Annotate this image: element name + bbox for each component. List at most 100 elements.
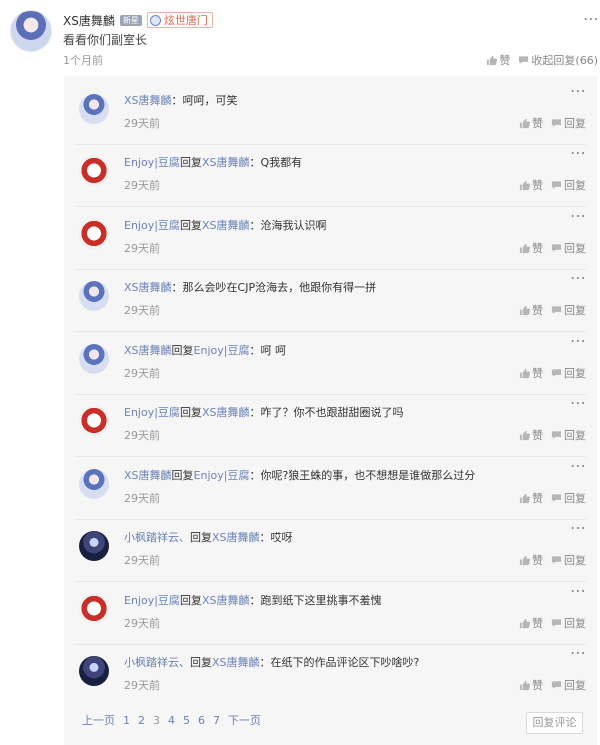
reply-actions: 赞 回复: [519, 302, 586, 318]
reply-more-icon[interactable]: ⋯: [570, 583, 586, 599]
reply-reply-button[interactable]: 回复: [551, 552, 586, 568]
reply-avatar[interactable]: [79, 219, 109, 249]
reply-reply-button[interactable]: 回复: [551, 240, 586, 256]
thumb-up-icon: [519, 430, 530, 440]
main-username[interactable]: XS唐舞麟: [63, 12, 115, 29]
thumb-up-icon: [519, 555, 530, 565]
main-post-avatar[interactable]: [10, 10, 52, 52]
reply-like-button[interactable]: 赞: [519, 302, 543, 318]
reply-time: 29天前: [124, 179, 160, 192]
reply-like-button[interactable]: 赞: [519, 365, 543, 381]
reply-avatar[interactable]: [79, 594, 109, 624]
reply-like-button[interactable]: 赞: [519, 177, 543, 193]
reply-message-text: ：跑到纸下这里挑事不羞愧: [249, 594, 382, 607]
reply-actions: 赞 回复: [519, 365, 586, 381]
main-post-actions: 赞 收起回复(66): [486, 52, 598, 68]
reply-reply-button[interactable]: 回复: [551, 115, 586, 131]
reply-like-label: 赞: [532, 367, 543, 380]
reply-more-icon[interactable]: ⋯: [570, 145, 586, 161]
fan-club-tag[interactable]: 炫世唐门: [146, 12, 213, 28]
reply-target-link[interactable]: XS唐舞麟: [202, 406, 250, 419]
comment-icon: [551, 181, 562, 189]
page-link-1[interactable]: 1: [123, 714, 130, 727]
reply-more-icon[interactable]: ⋯: [570, 520, 586, 536]
reply-more-icon[interactable]: ⋯: [570, 83, 586, 99]
page-current-3: 3: [153, 713, 160, 727]
reply-reply-button[interactable]: 回复: [551, 177, 586, 193]
reply-avatar[interactable]: [79, 156, 109, 186]
reply-like-button[interactable]: 赞: [519, 115, 543, 131]
reply-item: Enjoy|豆腐回复XS唐舞麟：沧海我认识啊 29天前 ⋯ 赞回复: [76, 207, 586, 270]
reply-actions: 赞 回复: [519, 615, 586, 631]
reply-like-label: 赞: [532, 492, 543, 505]
reply-author-link[interactable]: XS唐舞麟: [124, 94, 172, 107]
reply-author-link[interactable]: 小枫踏祥云、: [124, 531, 190, 544]
reply-author-link[interactable]: XS唐舞麟: [124, 344, 172, 357]
page-link-7[interactable]: 7: [213, 714, 220, 727]
reply-text-line: Enjoy|豆腐回复XS唐舞麟：沧海我认识啊: [124, 219, 326, 233]
reply-message-text: ：那么会吵在CJP沧海去，他跟你有得一拼: [171, 281, 377, 294]
reply-avatar[interactable]: [79, 406, 109, 436]
reply-reply-button[interactable]: 回复: [551, 302, 586, 318]
reply-avatar[interactable]: [79, 94, 109, 124]
reply-target-link[interactable]: XS唐舞麟: [202, 156, 250, 169]
reply-reply-label: 回复: [564, 367, 586, 380]
reply-reply-button[interactable]: 回复: [551, 365, 586, 381]
reply-text-line: Enjoy|豆腐回复XS唐舞麟：咋了？你不也跟甜甜圈说了吗: [124, 406, 403, 420]
reply-author-link[interactable]: XS唐舞麟: [124, 469, 172, 482]
main-like-button[interactable]: 赞: [486, 52, 510, 68]
reply-more-icon[interactable]: ⋯: [570, 458, 586, 474]
main-post-more-icon[interactable]: ⋯: [583, 11, 600, 27]
reply-list-container: XS唐舞麟：呵呵，可笑 29天前 ⋯ 赞回复 Enjoy|豆腐回复XS唐舞麟：Q我都有 2…: [64, 76, 597, 745]
reply-more-icon[interactable]: ⋯: [570, 270, 586, 286]
reply-avatar[interactable]: [79, 656, 109, 686]
reply-like-button[interactable]: 赞: [519, 490, 543, 506]
reply-author-link[interactable]: Enjoy|豆腐: [124, 156, 180, 169]
page-link-6[interactable]: 6: [198, 714, 205, 727]
reply-target-link[interactable]: XS唐舞麟: [202, 594, 250, 607]
reply-more-icon[interactable]: ⋯: [570, 395, 586, 411]
reply-target-link[interactable]: XS唐舞麟: [212, 656, 260, 669]
reply-like-button[interactable]: 赞: [519, 240, 543, 256]
page-link-4[interactable]: 4: [168, 714, 175, 727]
reply-comment-button[interactable]: 回复评论: [526, 712, 583, 734]
reply-message-text: ：沧海我认识啊: [249, 219, 327, 232]
reply-more-icon[interactable]: ⋯: [570, 333, 586, 349]
reply-like-label: 赞: [532, 304, 543, 317]
reply-like-button[interactable]: 赞: [519, 615, 543, 631]
reply-avatar[interactable]: [79, 344, 109, 374]
reply-word: 回复: [171, 344, 194, 357]
reply-reply-button[interactable]: 回复: [551, 490, 586, 506]
reply-author-link[interactable]: 小枫踏祥云、: [124, 656, 190, 669]
reply-reply-button[interactable]: 回复: [551, 677, 586, 693]
reply-more-icon[interactable]: ⋯: [570, 645, 586, 661]
page-link-5[interactable]: 5: [183, 714, 190, 727]
next-page-link[interactable]: 下一页: [228, 712, 261, 728]
reply-avatar[interactable]: [79, 469, 109, 499]
page-link-2[interactable]: 2: [138, 714, 145, 727]
reply-target-link[interactable]: Enjoy|豆腐: [194, 469, 250, 482]
reply-target-link[interactable]: XS唐舞麟: [202, 219, 250, 232]
reply-like-button[interactable]: 赞: [519, 427, 543, 443]
reply-text-line: Enjoy|豆腐回复XS唐舞麟：Q我都有: [124, 156, 302, 170]
reply-avatar[interactable]: [79, 281, 109, 311]
reply-item: Enjoy|豆腐回复XS唐舞麟：咋了？你不也跟甜甜圈说了吗 29天前 ⋯ 赞回复: [76, 394, 586, 457]
reply-author-link[interactable]: Enjoy|豆腐: [124, 594, 180, 607]
reply-reply-label: 回复: [564, 304, 586, 317]
reply-time: 29天前: [124, 429, 160, 442]
reply-message-text: ：在纸下的作品评论区下吵啥吵?: [259, 656, 420, 669]
reply-like-button[interactable]: 赞: [519, 677, 543, 693]
reply-more-icon[interactable]: ⋯: [570, 208, 586, 224]
prev-page-link[interactable]: 上一页: [82, 712, 115, 728]
reply-avatar[interactable]: [79, 531, 109, 561]
collapse-replies-button[interactable]: 收起回复(66): [518, 52, 598, 68]
reply-target-link[interactable]: Enjoy|豆腐: [194, 344, 250, 357]
reply-reply-button[interactable]: 回复: [551, 427, 586, 443]
reply-like-button[interactable]: 赞: [519, 552, 543, 568]
reply-reply-button[interactable]: 回复: [551, 615, 586, 631]
reply-author-link[interactable]: Enjoy|豆腐: [124, 406, 180, 419]
reply-author-link[interactable]: Enjoy|豆腐: [124, 219, 180, 232]
thumb-up-icon: [519, 368, 530, 378]
reply-target-link[interactable]: XS唐舞麟: [212, 531, 260, 544]
reply-author-link[interactable]: XS唐舞麟: [124, 281, 172, 294]
